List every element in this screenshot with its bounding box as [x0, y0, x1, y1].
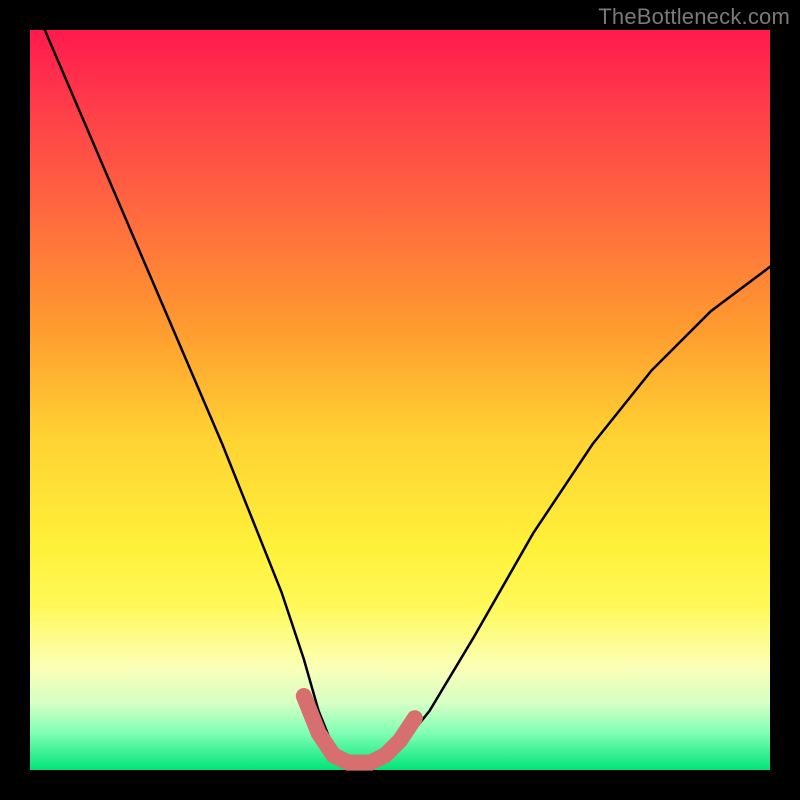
chart-overlay	[30, 30, 770, 770]
chart-frame: TheBottleneck.com	[0, 0, 800, 800]
watermark-text: TheBottleneck.com	[598, 4, 790, 30]
bottleneck-curve	[45, 30, 770, 763]
